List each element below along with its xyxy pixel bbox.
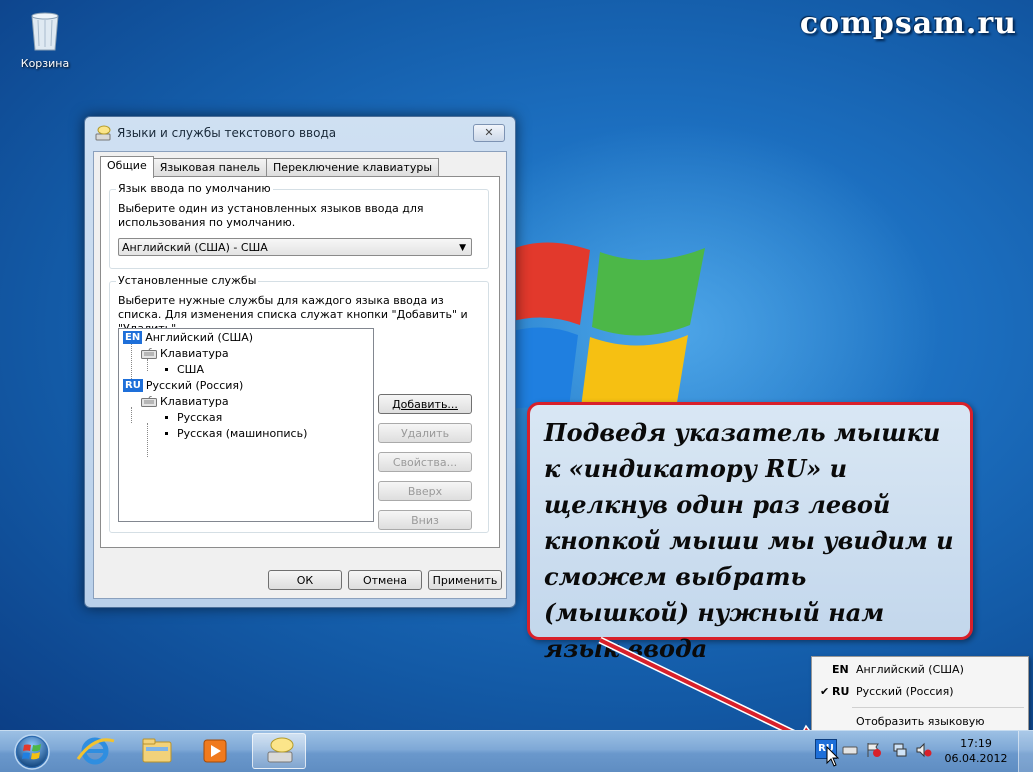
tree-label: Русская [177,411,223,424]
default-language-description: Выберите один из установленных языков вв… [118,202,424,229]
taskbar-explorer[interactable] [130,733,184,769]
close-button[interactable]: ✕ [473,124,505,142]
tree-item-ru-keyboard[interactable]: Клавиатура [141,395,229,408]
dialog-titlebar[interactable]: Языки и службы текстового ввода [95,125,336,141]
system-clock[interactable]: 17:19 06.04.2012 [944,736,1008,766]
tree-item-ru-layout-1[interactable]: Русская [165,411,222,424]
services-tree[interactable]: EN Английский (США) Клавиатура США RU Ру… [118,328,374,522]
mouse-cursor-icon [826,746,840,767]
tree-item-ru-layout-2[interactable]: Русская (машинопись) [165,427,307,440]
properties-button[interactable]: Свойства... [378,452,472,472]
taskbar-text-services[interactable] [252,733,306,769]
tree-item-en-lang[interactable]: EN Английский (США) [123,331,253,344]
tree-item-ru-lang[interactable]: RU Русский (Россия) [123,379,243,392]
language-menu-item-ru[interactable]: ✔ RU Русский (Россия) [812,682,1028,702]
tab-keyboard-switching[interactable]: Переключение клавиатуры [266,158,439,177]
tree-label: Английский (США) [145,331,254,344]
tree-label: Клавиатура [160,347,229,360]
volume-muted-icon[interactable] [916,742,932,758]
network-icon[interactable] [892,742,908,758]
bullet-icon [165,368,168,371]
keyboard-icon [141,396,157,407]
dialog-title: Языки и службы текстового ввода [117,126,337,140]
remove-button[interactable]: Удалить [378,423,472,443]
ru-lang-badge: RU [123,379,143,392]
text-services-icon [267,737,294,763]
default-language-group: Язык ввода по умолчанию Выберите один из… [109,182,489,269]
add-button[interactable]: Добавить... [378,394,472,414]
installed-services-group: Установленные службы Выберите нужные слу… [109,274,489,533]
keyboard-tray-icon[interactable] [842,742,858,758]
bullet-icon [165,432,168,435]
show-desktop-button[interactable] [1018,731,1033,772]
lang-name: Английский (США) [856,663,964,676]
tree-label: Русская (машинопись) [177,427,308,440]
start-button[interactable] [6,733,58,771]
apply-button[interactable]: Применить [428,570,502,590]
language-settings-dialog: Языки и службы текстового ввода ✕ Общие … [84,116,516,608]
tab-panel-general: Язык ввода по умолчанию Выберите один из… [100,176,500,548]
tree-item-en-layout[interactable]: США [165,363,204,376]
windows-flag-logo [500,242,705,423]
recycle-bin-shortcut[interactable]: Корзина [14,8,76,70]
dialog-body: Общие Языковая панель Переключение клави… [93,151,507,599]
instruction-callout: Подведя указатель мышки к «индикатору RU… [527,402,973,663]
tree-item-en-keyboard[interactable]: Клавиатура [141,347,229,360]
clock-time: 17:19 [960,737,992,750]
cancel-button[interactable]: Отмена [348,570,422,590]
keyboard-icon [141,348,157,359]
language-menu-item-en[interactable]: EN Английский (США) [812,660,1028,680]
installed-services-legend: Установленные службы [116,274,259,287]
clock-date: 06.04.2012 [944,752,1008,765]
tab-general[interactable]: Общие [100,156,154,178]
recycle-bin-icon [31,12,59,51]
move-down-button[interactable]: Вниз [378,510,472,530]
show-language-bar-item[interactable]: Отобразить языковую панель [812,712,1028,748]
en-lang-badge: EN [123,331,143,344]
media-player-icon [203,739,227,763]
move-up-button[interactable]: Вверх [378,481,472,501]
taskbar: RU 17:19 06.04.2012 [0,730,1033,772]
menu-separator [852,707,1024,708]
tree-label: Русский (Россия) [145,379,244,392]
lang-name: Русский (Россия) [856,685,954,698]
tab-language-bar[interactable]: Языковая панель [152,158,268,177]
lang-code: EN [832,663,849,676]
add-button-label: Добавить... [392,398,458,411]
checkmark-icon: ✔ [820,685,830,698]
tab-strip: Общие Языковая панель Переключение клави… [100,156,439,178]
taskbar-media-player[interactable] [188,733,242,769]
internet-explorer-icon [76,737,115,765]
action-center-icon[interactable] [866,742,882,758]
recycle-bin-label: Корзина [20,57,70,70]
bullet-icon [165,416,168,419]
tree-label: США [177,363,204,376]
default-language-select[interactable]: Английский (США) - США ▼ [118,238,472,256]
lang-code: RU [832,685,850,698]
taskbar-ie[interactable] [68,733,122,769]
ok-button[interactable]: ОК [268,570,342,590]
language-menu: EN Английский (США) ✔ RU Русский (Россия… [811,656,1029,748]
dropdown-arrow-icon: ▼ [459,243,466,253]
default-language-value: Английский (США) - США [122,241,268,254]
text-services-icon [95,125,111,141]
tree-label: Клавиатура [160,395,229,408]
watermark: compsam.ru [799,6,1017,41]
default-language-legend: Язык ввода по умолчанию [116,182,273,195]
folder-icon [142,738,172,763]
